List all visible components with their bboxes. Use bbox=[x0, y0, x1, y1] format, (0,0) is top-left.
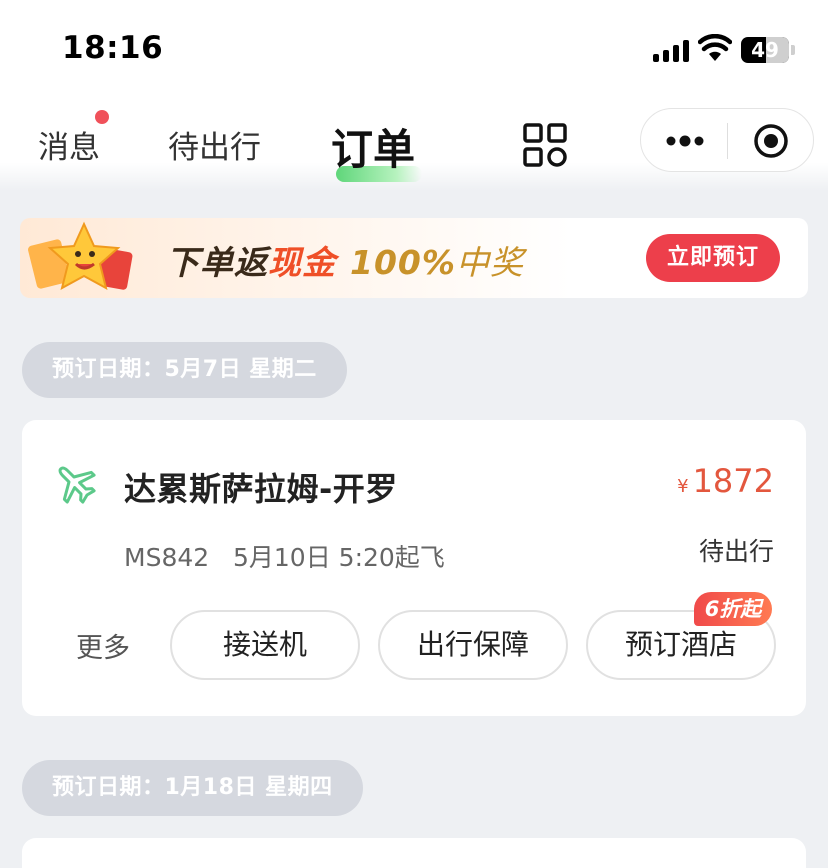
order-card[interactable] bbox=[22, 838, 806, 868]
price-currency: ¥ bbox=[677, 476, 689, 497]
status-bar: 18:16 49 bbox=[0, 0, 828, 96]
tab-orders[interactable]: 订单 bbox=[331, 116, 415, 177]
battery-level: 49 bbox=[751, 38, 779, 62]
flight-route: 达累斯萨拉姆-开罗 bbox=[124, 470, 398, 508]
signal-icon bbox=[653, 40, 691, 62]
tab-upcoming[interactable]: 待出行 bbox=[168, 122, 261, 167]
tab-messages[interactable]: 消息 bbox=[38, 122, 100, 167]
battery-icon: 49 bbox=[741, 37, 789, 63]
airplane-icon bbox=[58, 466, 96, 504]
capsule-divider bbox=[727, 123, 728, 159]
mascot-star-icon bbox=[28, 221, 133, 290]
banner-text-1: 下单返 bbox=[166, 243, 268, 282]
order-date-label: 预订日期：1月18日 星期四 bbox=[22, 760, 363, 816]
order-card[interactable]: 达累斯萨拉姆-开罗 ¥1872 MS842 5月10日 5:20起飞 待出行 更… bbox=[22, 420, 806, 716]
order-date-label: 预订日期：5月7日 星期二 bbox=[22, 342, 347, 398]
more-options-icon[interactable] bbox=[665, 131, 705, 151]
wifi-icon bbox=[698, 34, 732, 61]
flight-info: MS842 5月10日 5:20起飞 bbox=[124, 543, 445, 572]
unread-badge bbox=[95, 110, 109, 124]
travel-protection-button[interactable]: 出行保障 bbox=[378, 610, 568, 680]
banner-text-3: 100% bbox=[350, 243, 456, 282]
banner-headline: 下单返现金 100%中奖 bbox=[166, 236, 524, 284]
airport-transfer-button[interactable]: 接送机 bbox=[170, 610, 360, 680]
apps-grid-icon[interactable] bbox=[523, 123, 567, 167]
close-program-icon[interactable] bbox=[753, 123, 789, 159]
battery-tip bbox=[791, 45, 795, 55]
hotel-discount-badge: 6折起 bbox=[694, 592, 772, 626]
status-time: 18:16 bbox=[62, 30, 164, 66]
price-amount: 1872 bbox=[692, 462, 774, 500]
banner-text-4: 中奖 bbox=[455, 243, 524, 282]
book-now-button[interactable]: 立即预订 bbox=[646, 234, 780, 282]
banner-text-2: 现金 bbox=[268, 243, 336, 282]
order-price: ¥1872 bbox=[677, 462, 774, 500]
more-label: 更多 bbox=[76, 633, 130, 664]
mini-program-capsule bbox=[640, 108, 814, 172]
promo-banner[interactable]: 下单返现金 100%中奖 立即预订 bbox=[20, 218, 808, 298]
order-status: 待出行 bbox=[698, 537, 774, 566]
